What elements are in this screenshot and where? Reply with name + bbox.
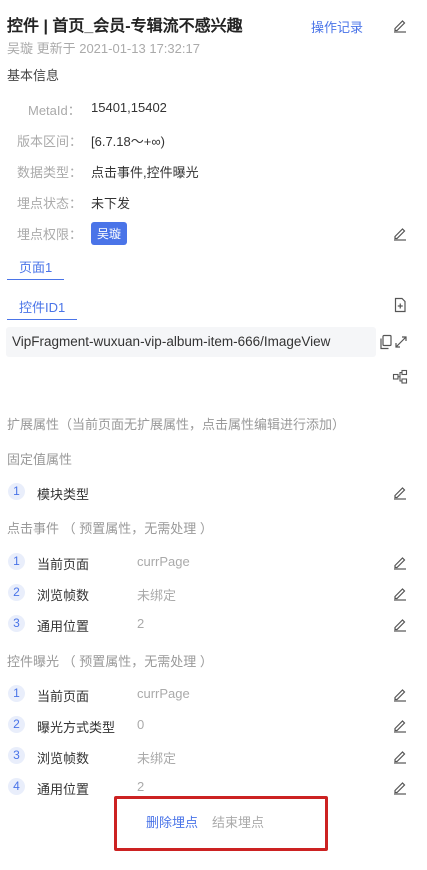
ext-attr-note: 扩展属性（当前页面无扩展属性，点击属性编辑进行添加） xyxy=(7,417,346,432)
tab-control-id-1[interactable]: 控件ID1 xyxy=(7,297,78,320)
attr-value: currPage xyxy=(137,554,190,569)
edit-attr-icon[interactable] xyxy=(392,748,408,764)
edit-attr-icon[interactable] xyxy=(392,484,408,500)
attr-value: 2 xyxy=(137,616,145,631)
page-title: 控件 | 首页_会员-专辑流不感兴趣 xyxy=(7,18,243,35)
permission-label: 埋点权限： xyxy=(17,227,83,242)
control-id-field[interactable]: VipFragment-wuxuan-vip-album-item-666/Im… xyxy=(6,327,376,357)
attr-index: 3 xyxy=(8,747,25,764)
basic-info-title: 基本信息 xyxy=(7,68,60,83)
datatype-label: 数据类型： xyxy=(17,165,83,180)
attr-name: 浏览帧数 xyxy=(37,751,90,766)
attr-name: 通用位置 xyxy=(37,782,90,797)
attr-index: 3 xyxy=(8,615,25,632)
end-tracking-button[interactable]: 结束埋点 xyxy=(212,812,264,831)
attr-value: 0 xyxy=(137,717,145,732)
operation-log-link[interactable]: 操作记录 xyxy=(311,17,363,36)
edit-attr-icon[interactable] xyxy=(392,686,408,702)
attr-name: 当前页面 xyxy=(37,557,90,572)
attr-name: 浏览帧数 xyxy=(37,588,90,603)
edit-attr-icon[interactable] xyxy=(392,585,408,601)
edit-attr-icon[interactable] xyxy=(392,554,408,570)
edit-attr-icon[interactable] xyxy=(392,717,408,733)
hierarchy-icon[interactable] xyxy=(392,369,408,385)
attr-value: 2 xyxy=(137,779,145,794)
tab-page-1[interactable]: 页面1 xyxy=(7,257,65,280)
datatype-value: 点击事件,控件曝光 xyxy=(91,165,199,180)
expose-title: 控件曝光 （ 预置属性，无需处理 ） xyxy=(7,654,213,669)
delete-tracking-button[interactable]: 删除埋点 xyxy=(146,812,198,831)
attr-index: 2 xyxy=(8,716,25,733)
update-info: 吴璇 更新于 2021-01-13 17:32:17 xyxy=(7,41,200,56)
click-event-title: 点击事件 （ 预置属性，无需处理 ） xyxy=(7,521,213,536)
attr-index: 2 xyxy=(8,584,25,601)
expand-icon[interactable] xyxy=(393,334,409,350)
version-value: [6.7.18～+∞) xyxy=(91,134,165,149)
attr-index: 1 xyxy=(8,483,25,500)
metaid-value: 15401,15402 xyxy=(91,100,167,115)
attr-name: 模块类型 xyxy=(37,487,90,502)
edit-permission-icon[interactable] xyxy=(392,225,408,241)
fixed-attr-title: 固定值属性 xyxy=(7,452,73,467)
attr-name: 通用位置 xyxy=(37,619,90,634)
status-value: 未下发 xyxy=(91,196,131,211)
copy-icon[interactable] xyxy=(378,334,394,350)
attr-value: 未绑定 xyxy=(137,588,177,603)
metaid-label: MetaId： xyxy=(28,103,81,118)
edit-attr-icon[interactable] xyxy=(392,779,408,795)
control-id-value: VipFragment-wuxuan-vip-album-item-666/Im… xyxy=(12,334,331,349)
permission-user-badge: 吴璇 xyxy=(91,222,128,245)
edit-title-icon[interactable] xyxy=(392,17,408,33)
attr-index: 4 xyxy=(8,778,25,795)
version-label: 版本区间： xyxy=(17,134,83,149)
attr-name: 当前页面 xyxy=(37,689,90,704)
status-label: 埋点状态： xyxy=(17,196,83,211)
attr-value: currPage xyxy=(137,686,190,701)
attr-value: 未绑定 xyxy=(137,751,177,766)
edit-attr-icon[interactable] xyxy=(392,616,408,632)
attr-index: 1 xyxy=(8,685,25,702)
attr-name: 曝光方式类型 xyxy=(37,720,116,735)
add-file-icon[interactable] xyxy=(392,297,408,313)
attr-index: 1 xyxy=(8,553,25,570)
